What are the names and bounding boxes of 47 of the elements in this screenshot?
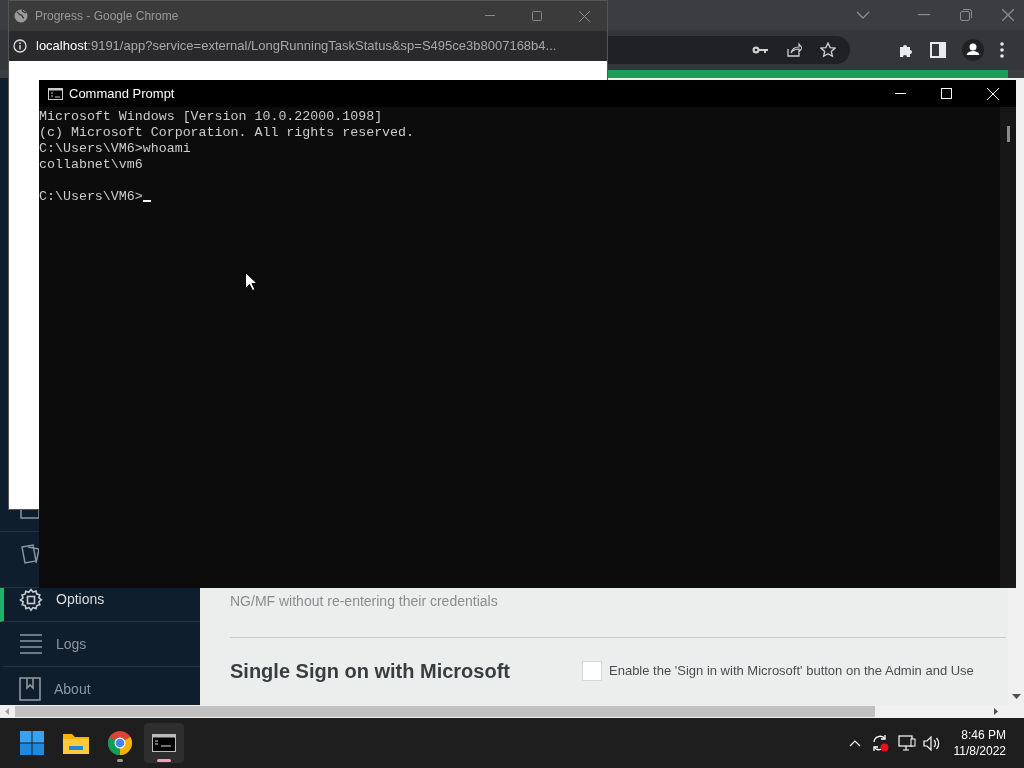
clock-time[interactable]: 8:46 PM bbox=[961, 727, 1006, 743]
network-icon[interactable] bbox=[897, 735, 916, 751]
globe-icon bbox=[14, 9, 28, 23]
share-icon[interactable] bbox=[786, 42, 802, 58]
side-panel-icon[interactable] bbox=[930, 42, 946, 58]
console-line: Microsoft Windows [Version 10.0.22000.1098] bbox=[39, 109, 383, 125]
menu-icon[interactable] bbox=[1000, 42, 1004, 58]
console-icon bbox=[152, 734, 176, 752]
puzzle-icon[interactable] bbox=[898, 42, 914, 58]
console-scrollbar[interactable] bbox=[1000, 107, 1016, 588]
sync-icon[interactable] bbox=[870, 734, 889, 752]
browser-icon bbox=[108, 731, 132, 755]
scrollbar-thumb[interactable] bbox=[15, 706, 875, 717]
folder-icon bbox=[63, 732, 89, 754]
description-text: NG/MF without re-entering their credentials bbox=[230, 592, 499, 611]
console-line: collabnet\vm6 bbox=[39, 157, 143, 173]
list-icon bbox=[19, 633, 43, 655]
console-line: (c) Microsoft Corporation. All rights reserved. bbox=[39, 125, 415, 141]
horizontal-scrollbar[interactable] bbox=[0, 705, 1024, 718]
console-line: C:\Users\VM6>whoami bbox=[39, 141, 191, 157]
scroll-down-icon[interactable] bbox=[1011, 694, 1021, 699]
console-prompt: C:\Users\VM6> bbox=[39, 189, 143, 205]
gear-icon bbox=[19, 587, 43, 612]
clock-date[interactable]: 11/8/2022 bbox=[953, 743, 1006, 759]
star-icon[interactable] bbox=[820, 42, 836, 58]
checkbox-label: Enable the 'Sign in with Microsoft' button on the Admin and Use bbox=[609, 662, 974, 681]
mouse-cursor-icon bbox=[245, 272, 257, 291]
bookmark-icon bbox=[19, 677, 41, 701]
profile-icon[interactable] bbox=[962, 39, 984, 61]
restore-icon[interactable] bbox=[960, 9, 972, 21]
window-title: Command Prompt bbox=[69, 84, 175, 103]
windows-logo-icon bbox=[20, 731, 44, 755]
section-title: Single Sign on with Microsoft bbox=[230, 659, 511, 684]
volume-icon[interactable] bbox=[922, 735, 940, 751]
text-cursor bbox=[142, 200, 151, 202]
scrollbar-thumb[interactable] bbox=[1006, 126, 1010, 142]
cards-icon[interactable] bbox=[20, 543, 42, 565]
checkbox[interactable] bbox=[582, 661, 602, 681]
window-title: Progress - Google Chrome bbox=[35, 8, 179, 25]
console-icon bbox=[48, 87, 63, 100]
taskbar-app[interactable] bbox=[144, 723, 184, 763]
scroll-right-icon[interactable] bbox=[994, 708, 998, 715]
key-icon[interactable] bbox=[752, 45, 768, 55]
tab-search-icon[interactable] bbox=[856, 11, 870, 19]
chevron-up-icon[interactable] bbox=[848, 739, 861, 747]
info-icon[interactable] bbox=[13, 39, 27, 53]
minimize-icon[interactable] bbox=[895, 92, 906, 95]
